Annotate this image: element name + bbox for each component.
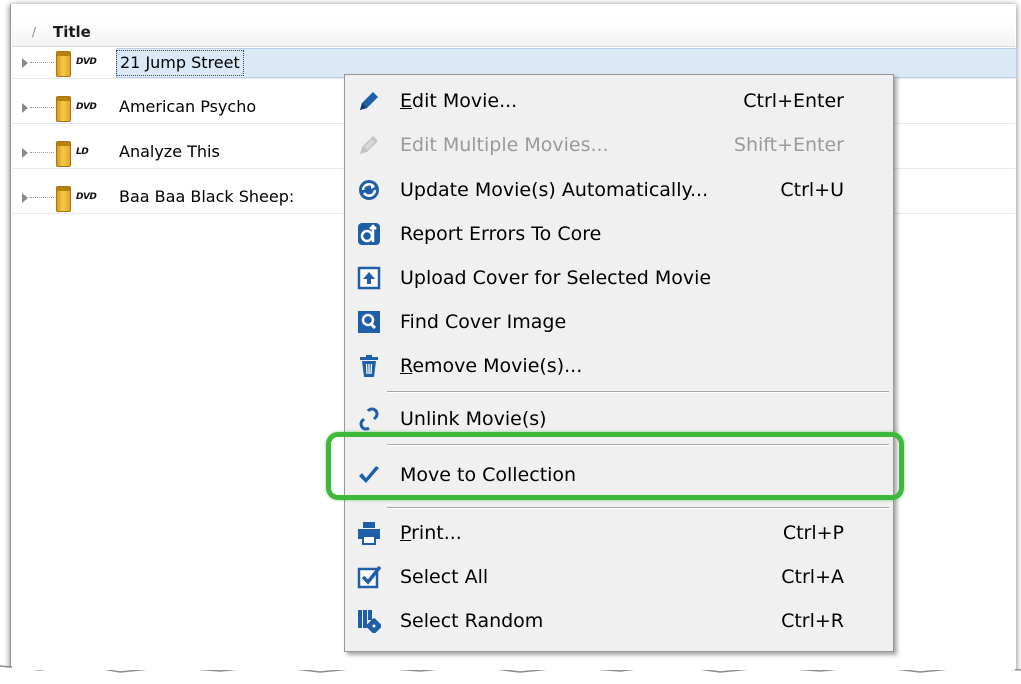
menu-item-shortcut: Ctrl+Enter — [743, 90, 844, 112]
column-header[interactable]: / Title — [12, 20, 1015, 47]
unlink-icon — [359, 407, 379, 431]
expand-arrow-icon[interactable] — [22, 148, 28, 158]
menu-item-label: Remove Movie(s)... — [400, 355, 583, 377]
pencil-icon — [360, 136, 378, 154]
tree-connector — [30, 152, 54, 153]
menu-item-shortcut: Ctrl+R — [781, 610, 844, 632]
movie-case-icon — [56, 141, 71, 167]
menu-item-find-cover-image[interactable]: Find Cover Image — [345, 300, 893, 344]
trash-icon — [360, 355, 378, 377]
menu-item-label: Edit Multiple Movies... — [400, 134, 609, 156]
menu-item-label: Update Movie(s) Automatically... — [400, 179, 709, 201]
menu-item-shortcut: Ctrl+P — [782, 522, 844, 544]
menu-item-label: Select Random — [400, 610, 544, 632]
expand-arrow-icon[interactable] — [22, 103, 28, 113]
checkbox-icon — [357, 565, 381, 589]
menu-item-update-movies[interactable]: Update Movie(s) Automatically... Ctrl+U — [345, 168, 893, 212]
menu-item-label: Edit Movie... — [400, 90, 518, 112]
dvd-format-icon: DVD — [76, 57, 97, 67]
pencil-icon — [360, 92, 378, 110]
menu-item-shortcut: Ctrl+A — [781, 566, 844, 588]
highlight-ring — [326, 432, 904, 500]
sort-indicator: / — [32, 25, 37, 39]
expand-arrow-icon[interactable] — [22, 58, 28, 68]
expand-arrow-icon[interactable] — [22, 193, 28, 203]
menu-item-shortcut: Shift+Enter — [733, 134, 844, 156]
tree-connector — [30, 62, 54, 63]
menu-item-select-all[interactable]: Select All Ctrl+A — [345, 555, 893, 599]
dice-icon — [358, 610, 381, 633]
menu-item-label: Unlink Movie(s) — [400, 408, 547, 430]
movie-case-icon — [56, 186, 71, 212]
menu-item-edit-multiple-movies[interactable]: Edit Multiple Movies... Shift+Enter — [345, 123, 893, 167]
menu-item-remove-movies[interactable]: Remove Movie(s)... — [345, 344, 893, 388]
row-title: 21 Jump Street — [116, 50, 244, 76]
dvd-format-icon: DVD — [76, 102, 97, 112]
tree-connector — [30, 107, 54, 108]
menu-item-edit-movie[interactable]: Edit Movie... Ctrl+Enter — [345, 79, 893, 123]
column-title-header[interactable]: Title — [53, 23, 91, 41]
menu-separator — [387, 391, 889, 393]
tree-connector — [30, 197, 54, 198]
dvd-format-icon: DVD — [76, 192, 97, 202]
movie-case-icon — [56, 51, 71, 77]
magnifier-icon — [358, 311, 380, 333]
menu-item-print[interactable]: Print... Ctrl+P — [345, 511, 893, 555]
menu-item-upload-cover[interactable]: Upload Cover for Selected Movie — [345, 256, 893, 300]
menu-item-label: Print... — [400, 522, 462, 544]
report-icon — [358, 223, 380, 245]
menu-item-shortcut: Ctrl+U — [780, 179, 844, 201]
row-title: Baa Baa Black Sheep: — [119, 187, 295, 206]
menu-item-report-errors[interactable]: Report Errors To Core — [345, 212, 893, 256]
printer-icon — [358, 522, 380, 545]
movie-case-icon — [56, 96, 71, 122]
menu-item-select-random[interactable]: Select Random Ctrl+R — [345, 599, 893, 643]
menu-item-label: Find Cover Image — [400, 311, 567, 333]
menu-item-label: Select All — [400, 566, 489, 588]
menu-item-label: Report Errors To Core — [400, 223, 602, 245]
upload-icon — [357, 266, 381, 290]
laserdisc-format-icon: LD — [76, 147, 89, 157]
menu-separator — [387, 507, 889, 509]
context-menu: Edit Movie... Ctrl+Enter Edit Multiple M… — [344, 74, 894, 652]
update-icon — [359, 180, 379, 200]
row-title: Analyze This — [119, 142, 220, 161]
menu-item-label: Upload Cover for Selected Movie — [400, 267, 712, 289]
row-title: American Psycho — [119, 97, 257, 116]
